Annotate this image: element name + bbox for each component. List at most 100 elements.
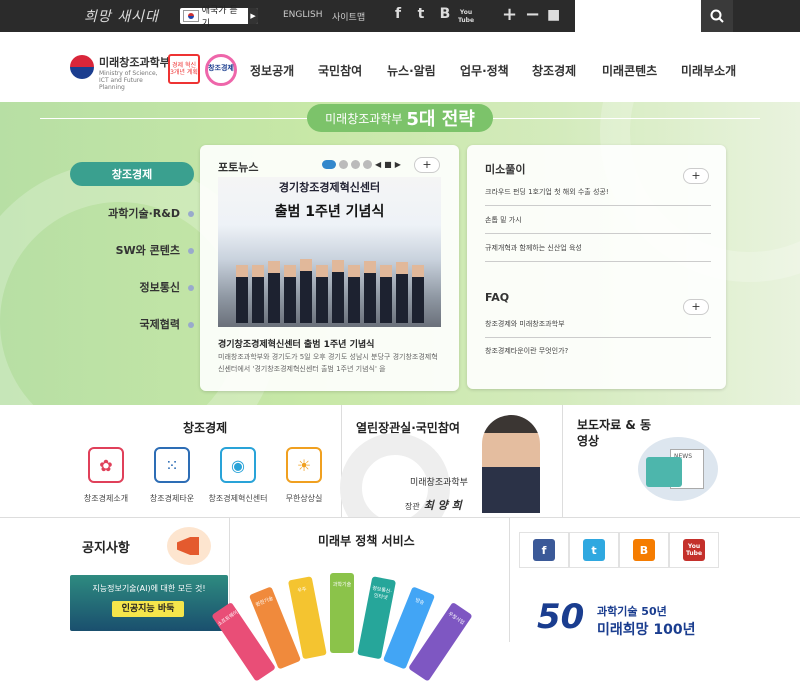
press-video-icon[interactable]: NEWS [638, 437, 718, 501]
ministry-name-en: Ministry of Science, ICT and Future Plan… [99, 70, 158, 91]
nav-participation[interactable]: 국민참여 [318, 62, 362, 79]
person-figure [332, 260, 344, 323]
policy-fan-label: 원천기술 [254, 595, 275, 609]
twitter-icon[interactable]: t [412, 6, 430, 22]
strategy-title: 미래창조과학부 5대 전략 [307, 104, 493, 132]
faq-more-button[interactable]: + [683, 299, 709, 315]
carousel-dot[interactable] [339, 160, 348, 169]
policy-fan-label: 방송 [414, 597, 425, 607]
minister-heading[interactable]: 열린장관실·국민참여 [356, 419, 460, 436]
sitemap-link[interactable]: 사이트맵 [332, 10, 365, 23]
youtube-icon[interactable]: You Tube [457, 9, 475, 25]
creative-economy-icon[interactable]: ✿ [88, 447, 124, 483]
lightbulb-icon[interactable]: ☀ [286, 447, 322, 483]
slogan-logo: 희망 새시대 [84, 9, 159, 25]
photo-news-more-button[interactable]: + [414, 157, 440, 173]
faq-item[interactable]: 창조경제타운이란 무엇인가? [485, 346, 711, 364]
korean-flag-icon [183, 10, 199, 22]
broadcast-icon[interactable]: ◉ [220, 447, 256, 483]
ai-banner-text: 지능정보기술(AI)에 대한 모든 것! [92, 584, 206, 593]
person-figure [252, 265, 264, 323]
faq-item[interactable]: 창조경제와 미래창조과학부 [485, 319, 711, 338]
bullet-dot-icon [188, 285, 194, 291]
search-input[interactable] [575, 0, 701, 32]
prev-icon[interactable]: ◀ [375, 160, 381, 169]
english-link[interactable]: ENGLISH [283, 10, 323, 20]
zoom-in-icon[interactable]: + [502, 4, 517, 25]
minister-title: 장관 최 양 희 [405, 497, 462, 513]
strategy-menu-sw-content[interactable]: SW와 콘텐츠 [70, 242, 194, 258]
photo-news-image[interactable]: 경기창조경제혁신센터 출범 1주년 기념식 [218, 177, 441, 327]
minister-photo[interactable] [482, 415, 540, 513]
economy-plan-badge[interactable]: 경제 혁신 3개년 계획 [168, 54, 200, 84]
nav-news[interactable]: 뉴스·알림 [387, 62, 436, 79]
service-label[interactable]: 창조경제소개 [71, 493, 141, 504]
anniversary-banner[interactable]: 50 과학기술 50년 미래희망 100년 [537, 597, 719, 642]
anniversary-number: 50 [537, 597, 585, 637]
anniversary-line2: 미래희망 100년 [597, 622, 696, 638]
twitter-button[interactable]: t [569, 532, 619, 568]
dots-grid-icon[interactable]: ⁙ [154, 447, 190, 483]
anthem-button[interactable]: 애국가 듣기 ▶ [180, 6, 258, 29]
ai-banner[interactable]: 지능정보기술(AI)에 대한 모든 것! 인공지능 바둑 [70, 575, 228, 631]
megaphone-icon [167, 527, 211, 565]
creative-economy-heading: 창조경제 [183, 421, 228, 435]
press-heading[interactable]: 보도자료 & 동영상 [577, 417, 657, 449]
creative-economy-badge[interactable]: 창조경제 [205, 54, 237, 86]
photo-news-caption[interactable]: 경기창조경제혁신센터 출범 1주년 기념식 [218, 337, 374, 350]
zoom-reset-icon[interactable]: ■ [547, 7, 560, 23]
carousel-controls: ◀ ■ ▶ [322, 160, 401, 169]
pause-icon[interactable]: ■ [384, 160, 392, 169]
carousel-dot[interactable] [351, 160, 360, 169]
facebook-icon: f [533, 539, 555, 561]
misopuri-item[interactable]: 크라우드 펀딩 1호기업 첫 해외 수출 성공! [485, 187, 711, 206]
notice-heading[interactable]: 공지사항 [82, 537, 130, 556]
bottom-section: 공지사항 지능정보기술(AI)에 대한 모든 것! 인공지능 바둑 미래부 정책… [0, 517, 800, 682]
policy-fan-label: 우정사업 [446, 610, 466, 627]
policy-fan-label: 정보통신·인터넷 [371, 585, 393, 602]
misopuri-item[interactable]: 규제개혁과 함께하는 신산업 육성 [485, 243, 711, 262]
carousel-dot[interactable] [363, 160, 372, 169]
strategy-menu-science-rnd[interactable]: 과학기술·R&D [70, 205, 194, 221]
policy-fan-item[interactable]: 과학기술 [330, 573, 354, 653]
play-arrow-icon: ▶ [248, 8, 258, 24]
person-figure [268, 261, 280, 323]
strategy-section: 미래창조과학부 5대 전략 창조경제 과학기술·R&D SW와 콘텐츠 정보통신… [0, 102, 800, 405]
misopuri-item[interactable]: 손톱 밑 가시 [485, 215, 711, 234]
blog-icon[interactable]: B [436, 6, 454, 22]
facebook-button[interactable]: f [519, 532, 569, 568]
policy-fan-label: 소프트웨어 [216, 609, 240, 628]
ministry-name[interactable]: 미래창조과학부 [99, 54, 170, 70]
ai-go-button[interactable]: 인공지능 바둑 [112, 601, 184, 617]
person-figure [412, 265, 424, 323]
zoom-out-icon[interactable]: − [525, 4, 540, 25]
person-figure [284, 265, 296, 323]
next-icon[interactable]: ▶ [395, 160, 401, 169]
youtube-button[interactable]: You Tube [669, 532, 719, 568]
service-label[interactable]: 무한상상실 [269, 493, 339, 504]
divider [0, 517, 800, 518]
nav-policy[interactable]: 업무·정책 [460, 62, 509, 79]
search-button[interactable] [701, 0, 733, 32]
person-figure [348, 265, 360, 323]
nav-creative-economy[interactable]: 창조경제 [532, 62, 576, 79]
carousel-dot[interactable] [322, 160, 336, 169]
nav-info-disclosure[interactable]: 정보공개 [250, 62, 294, 79]
photo-news-card: 포토뉴스 ◀ ■ ▶ + 경기창조경제혁신센터 출범 1주년 기념식 경기창조경… [200, 145, 459, 391]
misopuri-more-button[interactable]: + [683, 168, 709, 184]
nav-about[interactable]: 미래부소개 [681, 62, 736, 79]
blog-button[interactable]: B [619, 532, 669, 568]
strategy-menu-creative-economy[interactable]: 창조경제 [70, 162, 194, 186]
menu-label: 국제협력 [139, 318, 180, 331]
strategy-menu-ict[interactable]: 정보통신 [70, 279, 194, 295]
person-figure [396, 262, 408, 323]
twitter-icon: t [583, 539, 605, 561]
service-label[interactable]: 창조경제혁신센터 [203, 493, 273, 504]
anthem-label: 애국가 듣기 [201, 6, 238, 29]
strategy-menu-international[interactable]: 국제협력 [70, 316, 194, 332]
nav-future-content[interactable]: 미래콘텐츠 [602, 62, 657, 79]
blog-icon: B [633, 539, 655, 561]
photo-news-title: 포토뉴스 [218, 161, 259, 174]
facebook-icon[interactable]: f [389, 6, 407, 22]
service-label[interactable]: 창조경제타운 [137, 493, 207, 504]
